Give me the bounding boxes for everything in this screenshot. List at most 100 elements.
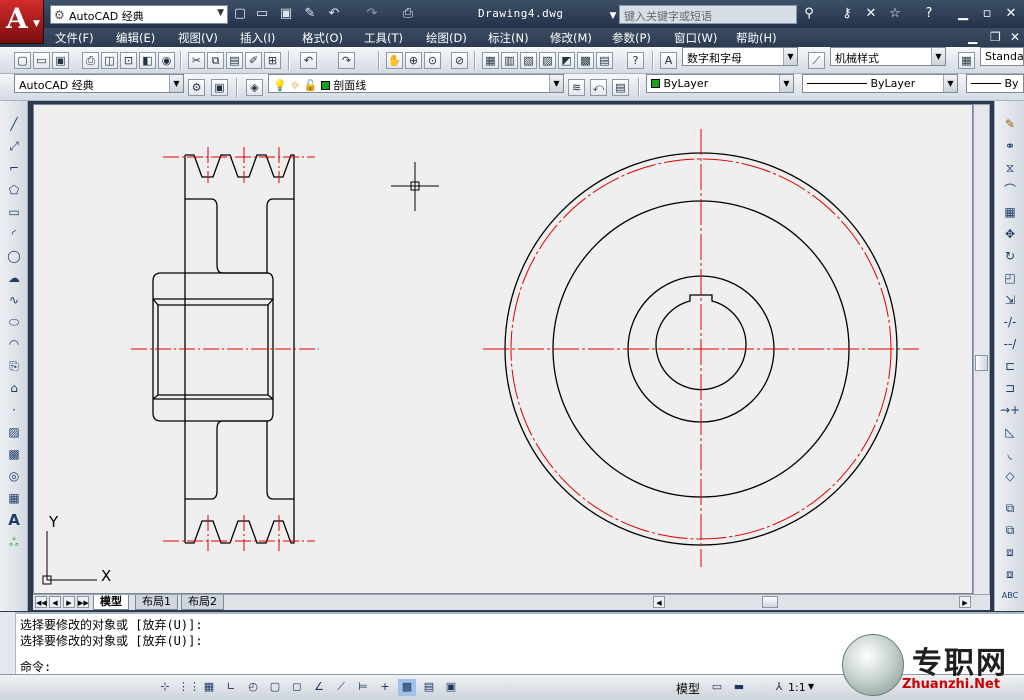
spline-icon[interactable]: ∿ xyxy=(4,291,24,309)
revision-cloud-icon[interactable]: ☁ xyxy=(4,269,24,287)
vertical-scroll-thumb[interactable] xyxy=(975,355,988,371)
erase-icon[interactable]: ✎ xyxy=(1000,115,1020,133)
scale-icon[interactable]: ◰ xyxy=(1000,269,1020,287)
doc-restore-icon[interactable]: ❐ xyxy=(990,30,1001,44)
linetype-select[interactable]: ByLayer ▼ xyxy=(802,74,958,93)
add-selected-icon[interactable]: ஃ xyxy=(4,533,24,551)
workspace-select[interactable]: AutoCAD 经典 ▼ xyxy=(14,74,184,93)
annotation-scale-value[interactable]: 1:1 xyxy=(788,681,806,694)
design-center-icon[interactable]: ▥ xyxy=(501,52,518,69)
table-style-select[interactable]: Standa xyxy=(980,47,1024,66)
break-at-point-icon[interactable]: ⊏ xyxy=(1000,357,1020,375)
multiline-text-icon[interactable]: A xyxy=(4,511,24,529)
properties-icon[interactable]: ▦ xyxy=(482,52,499,69)
calculator-icon[interactable]: ▤ xyxy=(596,52,613,69)
undo-icon[interactable]: ↶ xyxy=(300,52,317,69)
block-editor-icon[interactable]: ⊞ xyxy=(264,52,281,69)
grid-display-icon[interactable]: ▦ xyxy=(200,679,218,696)
last-tab-icon[interactable]: ▶▶ xyxy=(77,596,89,608)
chevron-down-icon[interactable]: ▼ xyxy=(808,682,814,691)
dynamic-input-icon[interactable]: ⊨ xyxy=(354,679,372,696)
save-icon[interactable]: ▣ xyxy=(52,52,69,69)
line-icon[interactable]: ╱ xyxy=(4,115,24,133)
draw-order-front-icon[interactable]: ⧉ xyxy=(1000,499,1020,517)
markup-icon[interactable]: ◩ xyxy=(558,52,575,69)
cut-icon[interactable]: ✂ xyxy=(188,52,205,69)
ellipse-arc-icon[interactable]: ◠ xyxy=(4,335,24,353)
copy-icon[interactable]: ⧉ xyxy=(207,52,224,69)
help-icon[interactable]: ? xyxy=(627,52,644,69)
extend-icon[interactable]: --/ xyxy=(1000,335,1020,353)
open-folder-icon[interactable]: ▭ xyxy=(254,6,270,22)
save-icon[interactable]: ▣ xyxy=(278,6,294,22)
object-snap-icon[interactable]: ▢ xyxy=(266,679,284,696)
publish-icon[interactable]: ⊡ xyxy=(120,52,137,69)
region-icon[interactable]: ◎ xyxy=(4,467,24,485)
snap-mode-icon[interactable]: ⋮⋮ xyxy=(178,679,200,696)
menu-window[interactable]: 窗口(W) xyxy=(674,30,717,46)
explode-icon[interactable]: ◇ xyxy=(1000,467,1020,485)
binoculars-icon[interactable]: ⚲ xyxy=(800,6,818,22)
workspace-settings-icon[interactable]: ⚙ xyxy=(188,79,205,96)
sheet-set-icon[interactable]: ▨ xyxy=(539,52,556,69)
annotation-scale-icon[interactable]: ⅄ xyxy=(770,679,788,696)
redo-icon[interactable]: ↷ xyxy=(364,6,380,22)
match-properties-icon[interactable]: ✐ xyxy=(245,52,262,69)
workspace-save-icon[interactable]: ▣ xyxy=(211,79,228,96)
rectangle-icon[interactable]: ▭ xyxy=(4,203,24,221)
drawing-canvas[interactable]: Y X xyxy=(33,104,973,594)
menu-insert[interactable]: 插入(I) xyxy=(240,30,275,46)
menu-dimension[interactable]: 标注(N) xyxy=(488,30,529,46)
polygon-icon[interactable]: ⬠ xyxy=(4,181,24,199)
publish-web-icon[interactable]: ◉ xyxy=(158,52,175,69)
save-as-icon[interactable]: ✎ xyxy=(302,6,318,22)
redo-icon[interactable]: ↷ xyxy=(338,52,355,69)
zoom-window-icon[interactable]: ⊙ xyxy=(424,52,441,69)
minimize-icon[interactable]: ▁ xyxy=(954,6,972,22)
lineweight-select[interactable]: By xyxy=(966,74,1024,93)
transparency-icon[interactable]: ▩ xyxy=(398,679,416,696)
menu-modify[interactable]: 修改(M) xyxy=(550,30,592,46)
ortho-mode-icon[interactable]: ∟ xyxy=(222,679,240,696)
menu-help[interactable]: 帮助(H) xyxy=(736,30,777,46)
arc-icon[interactable]: ◜ xyxy=(4,225,24,243)
chamfer-icon[interactable]: ◺ xyxy=(1000,423,1020,441)
menu-tools[interactable]: 工具(T) xyxy=(364,30,403,46)
next-tab-icon[interactable]: ▶ xyxy=(63,596,75,608)
infer-constraints-icon[interactable]: ⊹ xyxy=(156,679,174,696)
text-above-icon[interactable]: ABC xyxy=(1000,587,1020,605)
horizontal-scroll-thumb[interactable] xyxy=(762,596,778,608)
rotate-icon[interactable]: ↻ xyxy=(1000,247,1020,265)
polar-tracking-icon[interactable]: ◴ xyxy=(244,679,262,696)
trim-icon[interactable]: -/- xyxy=(1000,313,1020,331)
tool-palettes-icon[interactable]: ▧ xyxy=(520,52,537,69)
doc-close-icon[interactable]: ✕ xyxy=(1010,30,1020,44)
break-icon[interactable]: ⊐ xyxy=(1000,379,1020,397)
fillet-icon[interactable]: ◟ xyxy=(1000,445,1020,463)
color-select[interactable]: ByLayer ▼ xyxy=(646,74,794,93)
new-file-icon[interactable]: ▢ xyxy=(232,6,248,22)
dynamic-ucs-icon[interactable]: ⟋ xyxy=(332,679,350,696)
array-icon[interactable]: ▦ xyxy=(1000,203,1020,221)
paste-icon[interactable]: ▤ xyxy=(226,52,243,69)
object-snap-tracking-icon[interactable]: ∠ xyxy=(310,679,328,696)
quick-properties-icon[interactable]: ▤ xyxy=(420,679,438,696)
lineweight-icon[interactable]: + xyxy=(376,679,394,696)
quick-view-drawings-icon[interactable]: ▬ xyxy=(730,679,748,696)
menu-parametric[interactable]: 参数(P) xyxy=(612,30,651,46)
workspace-switcher[interactable]: ⚙ AutoCAD 经典 ▼ xyxy=(50,5,228,24)
menu-format[interactable]: 格式(O) xyxy=(302,30,343,46)
text-style-icon[interactable]: A xyxy=(660,52,677,69)
first-tab-icon[interactable]: ◀◀ xyxy=(35,596,47,608)
command-prompt[interactable]: 命令: xyxy=(20,658,51,675)
layer-manager-icon[interactable]: ◈ xyxy=(246,79,263,96)
scroll-right-icon[interactable]: ▶ xyxy=(959,596,971,608)
circle-icon[interactable]: ◯ xyxy=(4,247,24,265)
table-icon[interactable]: ▦ xyxy=(4,489,24,507)
prev-tab-icon[interactable]: ◀ xyxy=(49,596,61,608)
draw-order-back-icon[interactable]: ⧉ xyxy=(1000,521,1020,539)
bring-above-icon[interactable]: ⧈ xyxy=(1000,543,1020,561)
selection-cycling-icon[interactable]: ▣ xyxy=(442,679,460,696)
offset-icon[interactable]: ⌒ xyxy=(1000,181,1020,199)
make-current-icon[interactable]: ≋ xyxy=(568,79,585,96)
